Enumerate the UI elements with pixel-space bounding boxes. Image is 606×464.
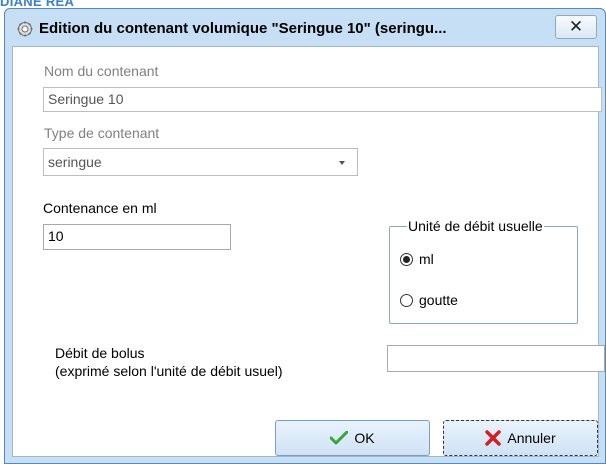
dropdown-arrow-icon [339,161,345,165]
container-type-label: Type de contenant [44,125,160,141]
red-x-icon [485,430,502,446]
capacity-input[interactable]: 10 [43,224,231,250]
close-button[interactable]: ✕ [555,15,597,39]
ok-label: OK [354,430,375,446]
radio-option-ml[interactable]: ml [400,249,434,269]
window-title: Edition du contenant volumique "Seringue… [39,20,447,37]
radio-button-icon[interactable] [400,293,413,307]
gear-icon [17,21,33,37]
cancel-label: Annuler [507,430,556,446]
usual-flow-unit-group: Unité de débit usuelle ml goutte [389,218,578,324]
background-header-text: DIANE REA [0,0,75,8]
bolus-label-line2: (exprimé selon l'unité de débit usuel) [55,363,283,379]
dialog-body: Nom du contenant Seringue 10 Type de con… [12,46,605,457]
radio-label-ml: ml [419,251,434,267]
cancel-button[interactable]: Annuler [443,420,598,456]
edit-container-dialog: Edition du contenant volumique "Seringue… [4,8,606,464]
ok-button[interactable]: OK [275,420,430,456]
radio-label-goutte: goutte [419,292,458,308]
container-name-input[interactable]: Seringue 10 [43,87,602,112]
container-type-select[interactable]: seringue [43,148,358,176]
container-name-label: Nom du contenant [44,63,159,79]
radio-option-goutte[interactable]: goutte [400,290,458,310]
radio-button-icon[interactable] [400,252,413,266]
close-icon: ✕ [568,17,584,36]
checkmark-icon [330,431,349,445]
title-bar[interactable]: Edition du contenant volumique "Seringue… [5,9,605,49]
container-type-value: seringue [48,154,102,170]
bolus-label-line1: Débit de bolus [55,345,145,361]
capacity-label: Contenance en ml [43,200,157,216]
usual-flow-unit-legend: Unité de débit usuelle [407,218,544,234]
bolus-rate-input[interactable] [387,345,605,372]
